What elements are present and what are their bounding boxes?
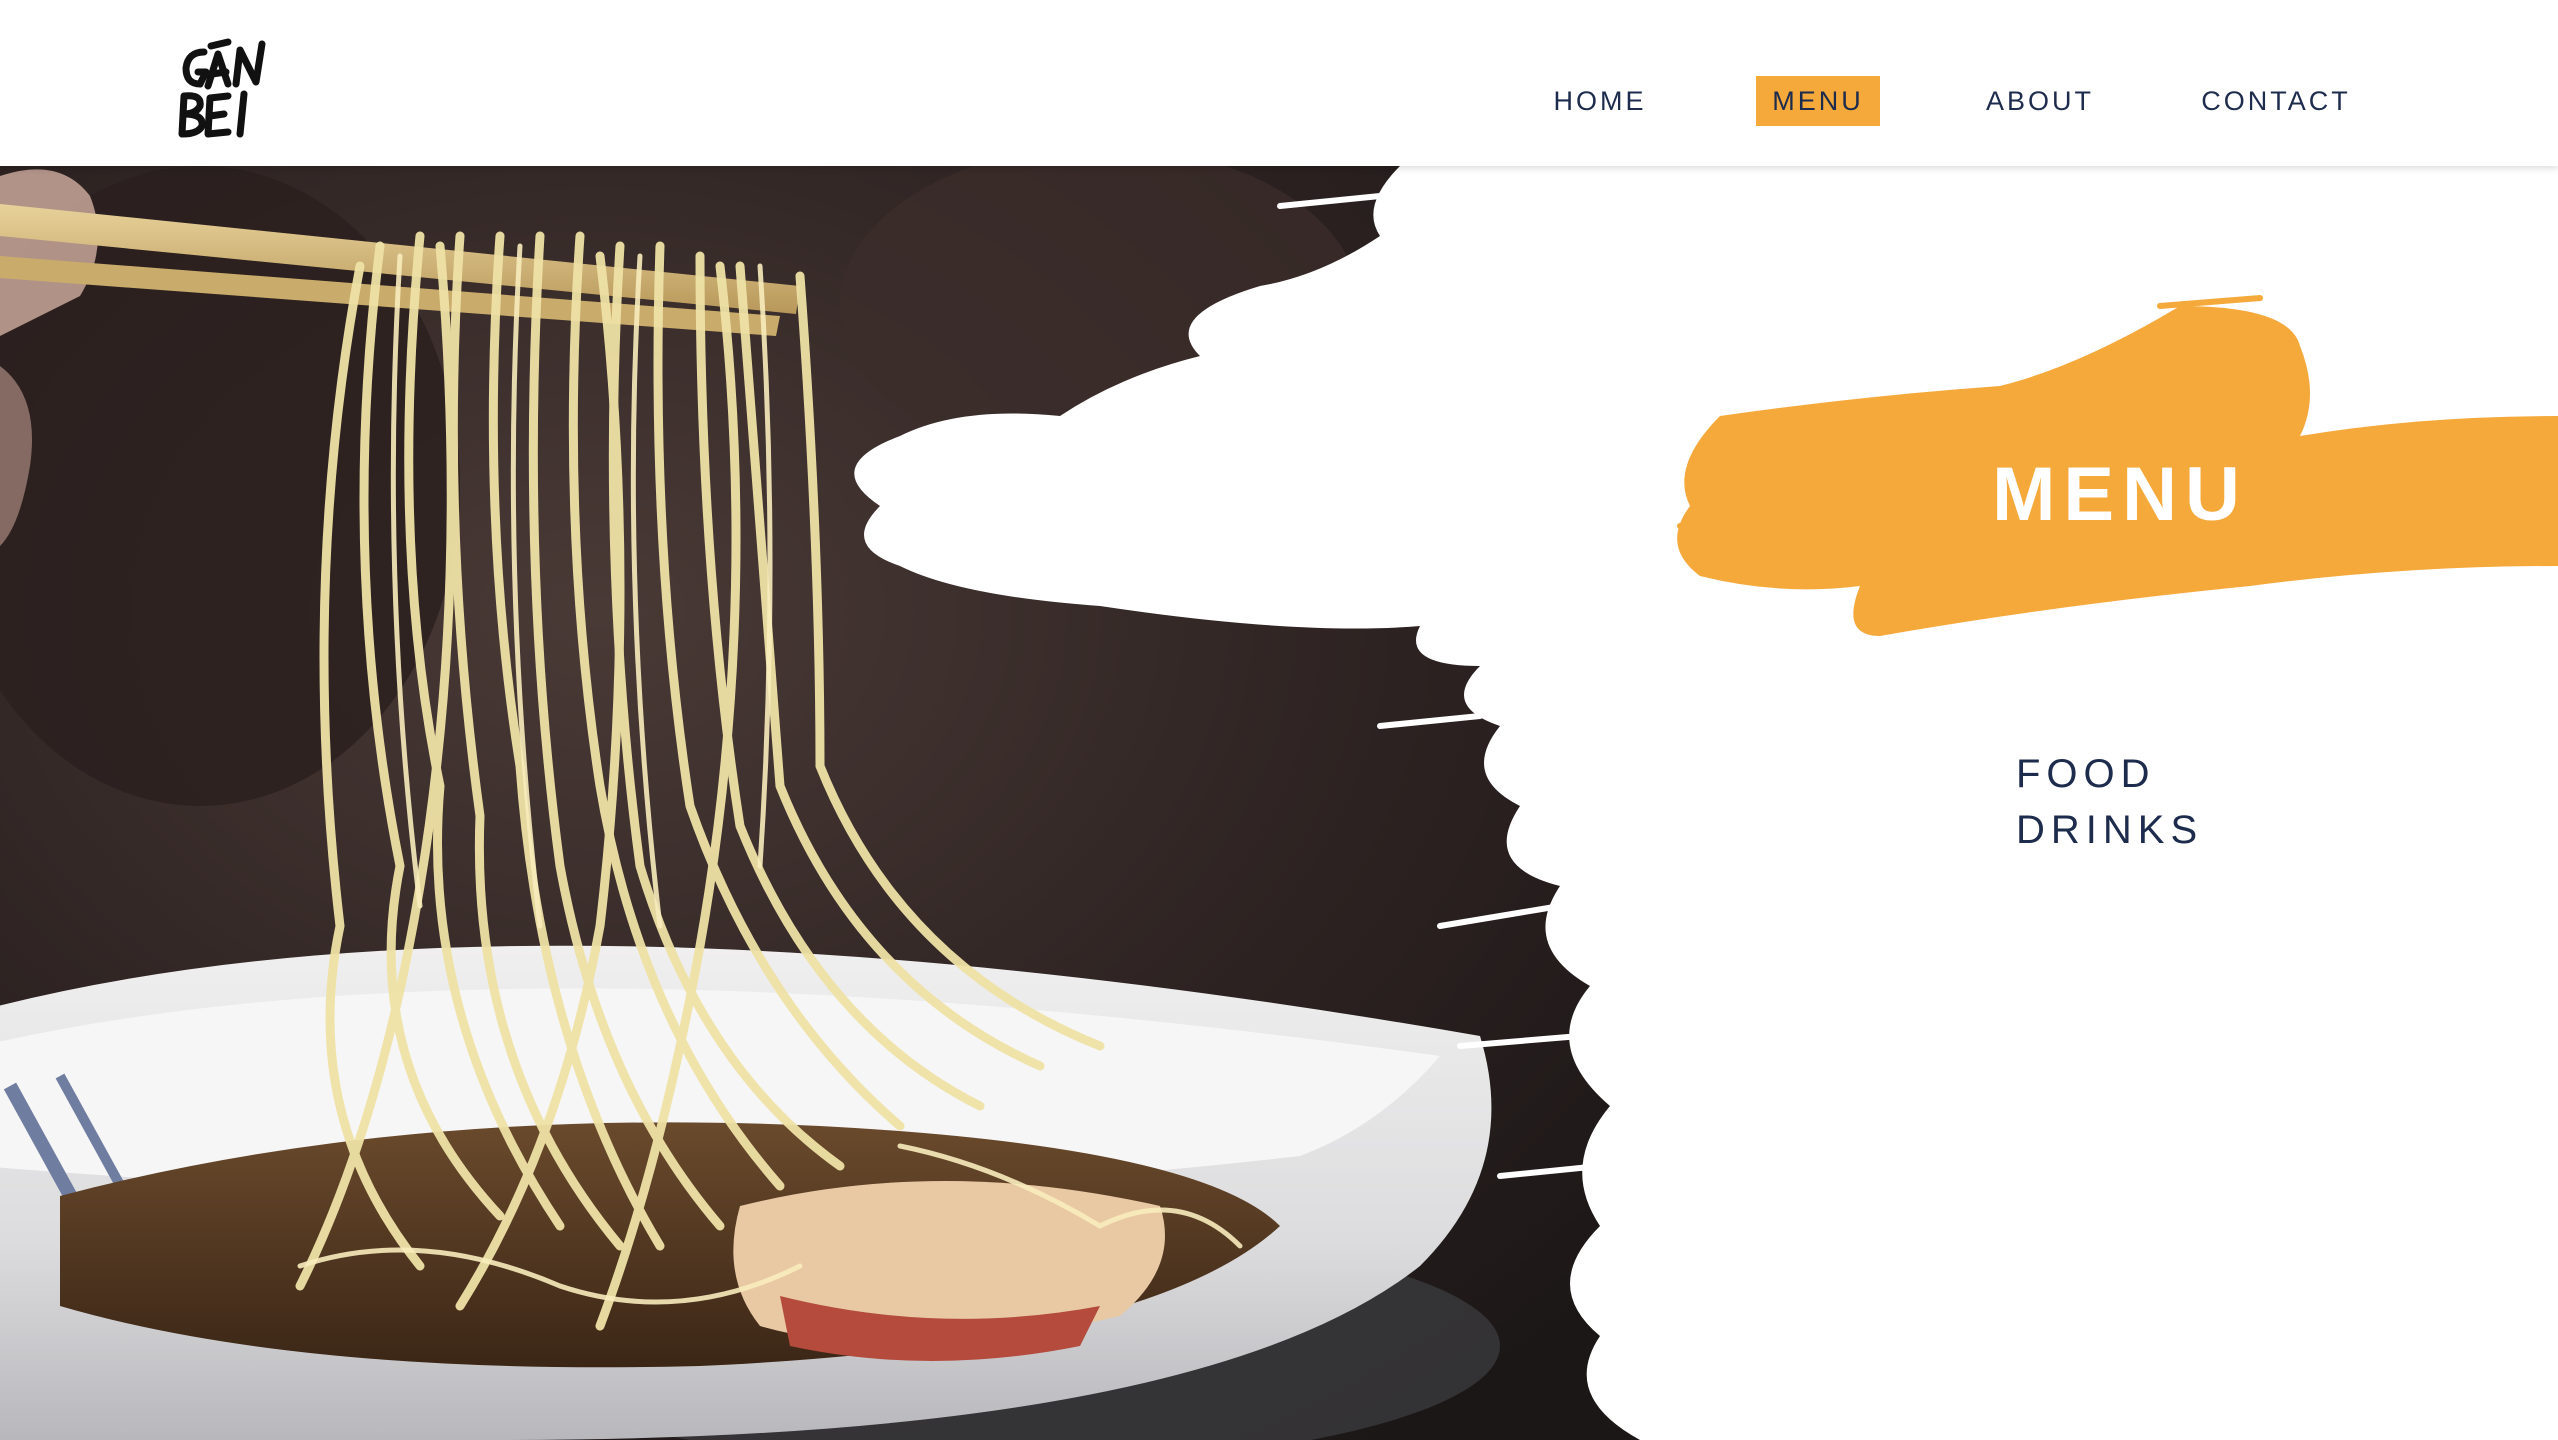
nav-item-contact[interactable]: CONTACT (2196, 76, 2356, 126)
nav-item-home[interactable]: HOME (1540, 76, 1660, 126)
nav-item-about[interactable]: ABOUT (1980, 76, 2100, 126)
menu-link-food[interactable]: FOOD (2016, 752, 2156, 797)
page: HOME MENU ABOUT CONTACT MENU FOOD DRINKS (0, 0, 2558, 1440)
site-header: HOME MENU ABOUT CONTACT (0, 0, 2558, 166)
main-nav: HOME MENU ABOUT CONTACT (0, 76, 2558, 126)
ramen-photo-icon (0, 166, 2558, 1440)
hero-section (0, 166, 2558, 1440)
nav-item-menu[interactable]: MENU (1756, 76, 1880, 126)
section-title: MENU (1992, 452, 2248, 537)
menu-link-drinks[interactable]: DRINKS (2016, 808, 2203, 853)
